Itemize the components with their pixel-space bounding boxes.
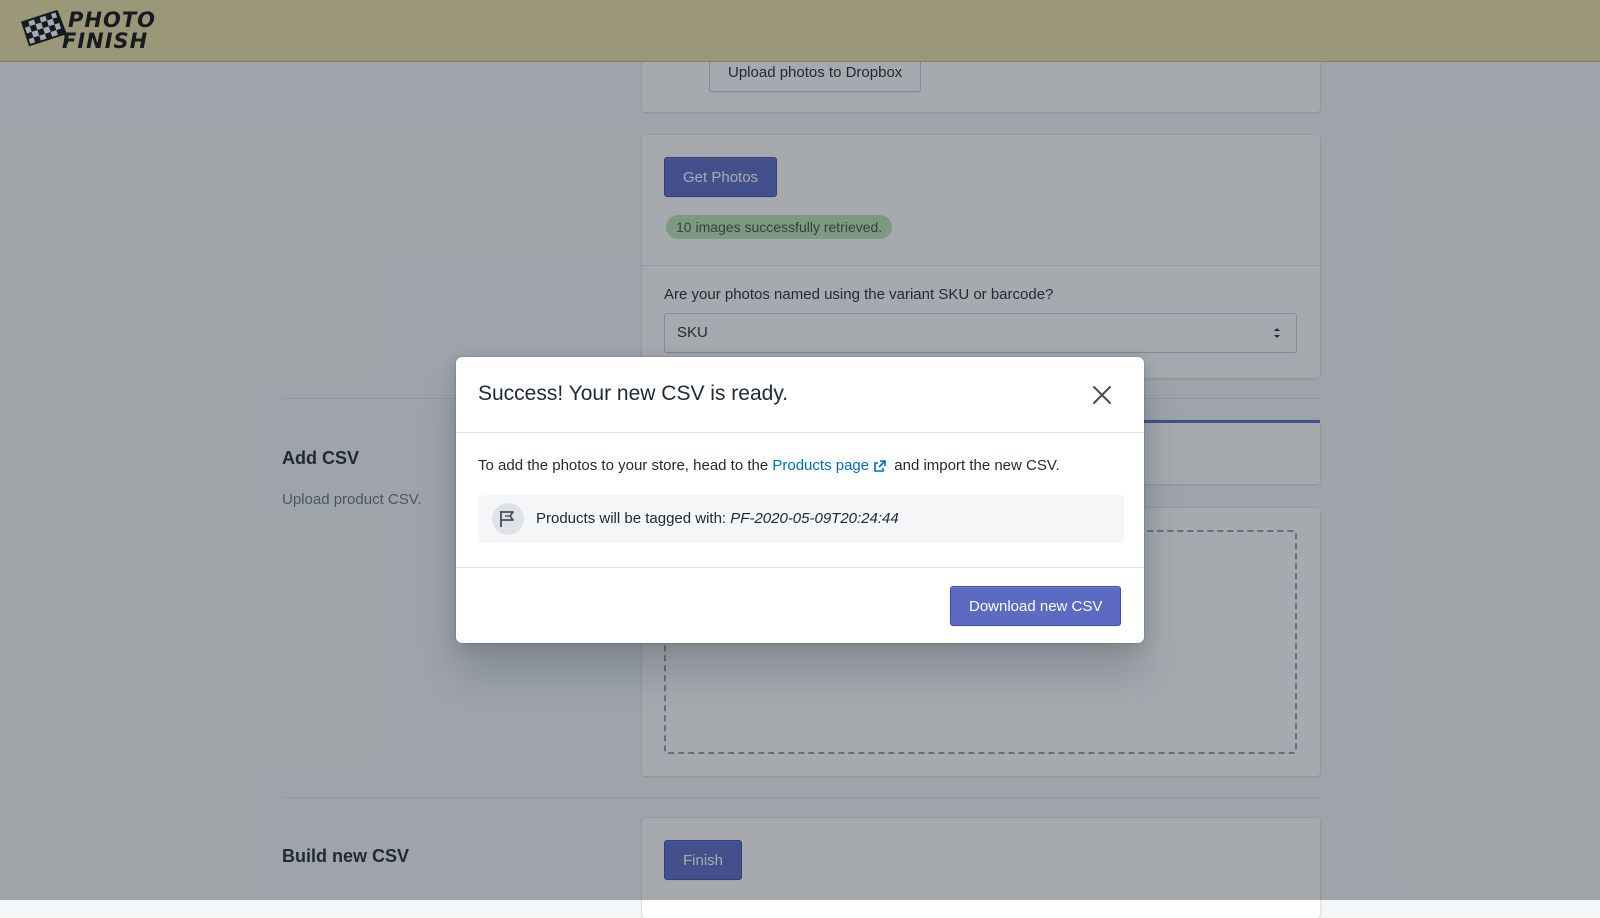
modal-body-prefix: To add the photos to your store, head to… bbox=[478, 457, 769, 474]
external-link-icon bbox=[874, 460, 886, 472]
close-icon bbox=[1093, 386, 1111, 404]
tag-flag-icon bbox=[492, 503, 524, 535]
modal-title: Success! Your new CSV is ready. bbox=[478, 382, 789, 405]
modal-body-suffix: and import the new CSV. bbox=[894, 457, 1060, 474]
download-csv-button[interactable]: Download new CSV bbox=[950, 586, 1122, 626]
tag-info-box: Products will be tagged with: PF-2020-05… bbox=[478, 495, 1124, 543]
modal-footer-divider bbox=[456, 567, 1144, 568]
products-page-link[interactable]: Products page bbox=[772, 457, 894, 474]
tag-label: Products will be tagged with: bbox=[536, 510, 727, 527]
tag-text: Products will be tagged with: PF-2020-05… bbox=[536, 510, 899, 527]
modal-header: Success! Your new CSV is ready. bbox=[456, 357, 1144, 433]
success-modal: Success! Your new CSV is ready. To add t… bbox=[456, 357, 1144, 643]
products-page-link-label: Products page bbox=[772, 457, 870, 474]
tag-value: PF-2020-05-09T20:24:44 bbox=[730, 510, 899, 527]
modal-body-text: To add the photos to your store, head to… bbox=[478, 457, 1060, 474]
modal-close-button[interactable] bbox=[1086, 379, 1118, 411]
